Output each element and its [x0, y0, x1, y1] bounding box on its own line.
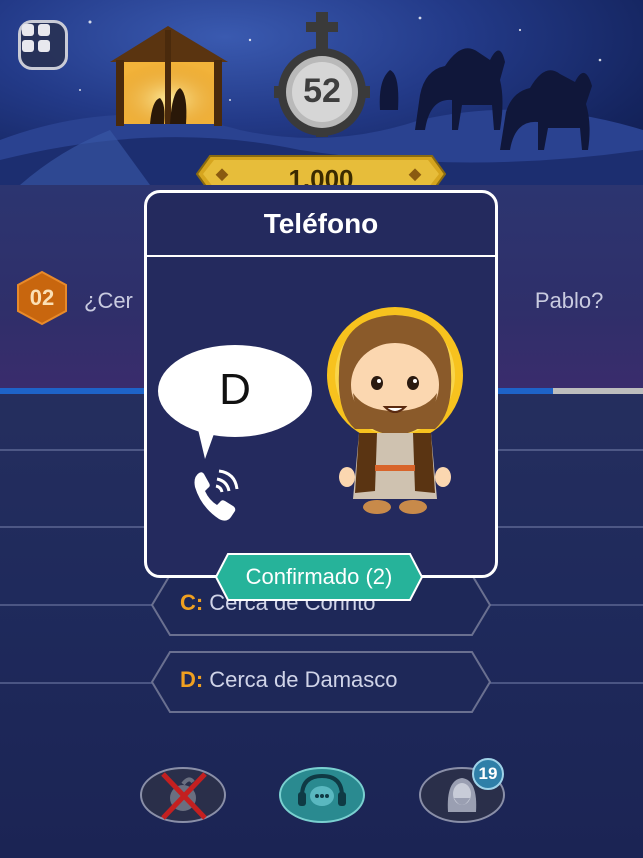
grid-icon: [22, 24, 50, 52]
confirmed-badge: Confirmado (2): [214, 552, 424, 602]
bubble-answer: D: [219, 365, 251, 414]
question-number: 02: [29, 285, 55, 310]
question-number-badge: 02: [14, 270, 70, 326]
saint-character: [325, 293, 465, 533]
progress-remaining: [552, 388, 643, 394]
answer-option-d[interactable]: D: Cerca de Damasco: [150, 650, 492, 714]
question-text-left: ¿Cer: [84, 288, 133, 313]
answer-letter: C:: [180, 590, 204, 615]
menu-button[interactable]: [18, 20, 68, 70]
cancelled-5050-icon: [140, 767, 226, 823]
answer-letter: D:: [180, 667, 204, 692]
saint-avatar-icon: [327, 307, 463, 514]
dialog-title: Teléfono: [147, 193, 495, 257]
lifeline-audience[interactable]: [278, 766, 366, 824]
answer-text: Cerca de Damasco: [209, 667, 398, 692]
phone-ringing-icon: [191, 467, 243, 523]
countdown-timer: 52: [272, 12, 372, 137]
timer-value: 52: [303, 72, 341, 110]
phone-lifeline-dialog: Teléfono D: [144, 190, 498, 578]
jesus-count-badge: 19: [472, 758, 504, 790]
lifeline-fifty-fifty[interactable]: [139, 766, 227, 824]
speech-bubble: D: [157, 343, 317, 463]
confirmed-label: Confirmado (2): [245, 564, 393, 589]
question-text-right: Pablo?: [534, 288, 604, 313]
chat-headset-icon: [279, 767, 365, 823]
